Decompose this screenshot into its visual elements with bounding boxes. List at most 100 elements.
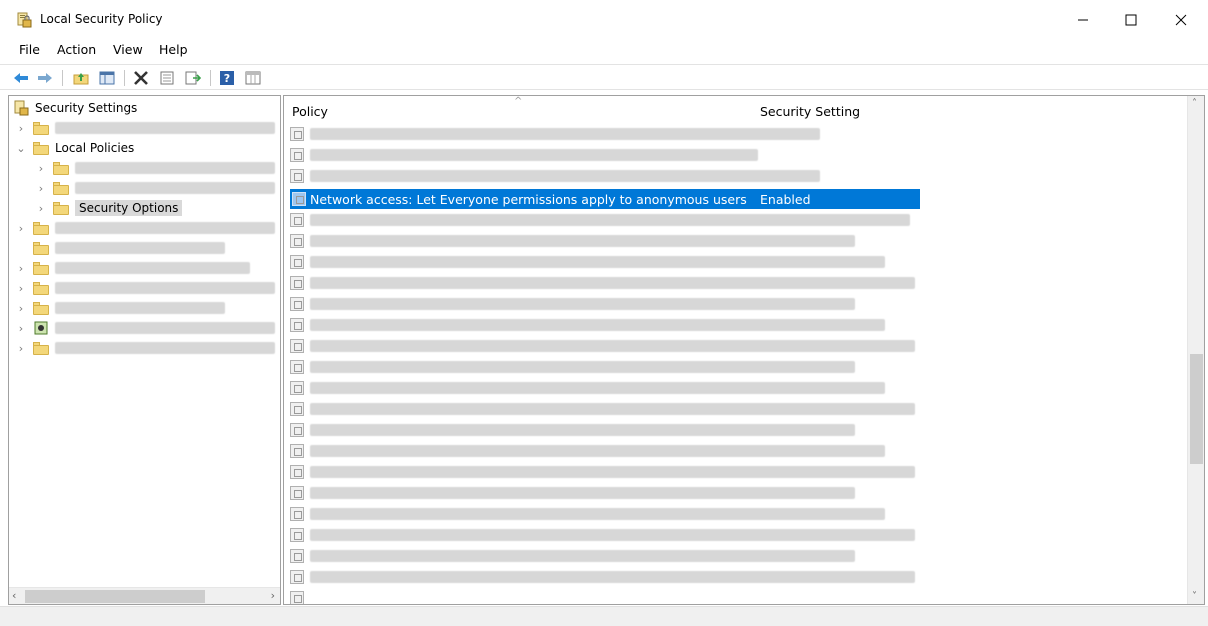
redacted-label <box>310 550 855 562</box>
redacted-label <box>310 361 855 373</box>
list-item[interactable] <box>290 294 855 314</box>
menu-view[interactable]: View <box>113 42 143 57</box>
list-item[interactable] <box>290 504 885 524</box>
scrollbar-thumb[interactable] <box>25 590 205 603</box>
view-icon[interactable] <box>244 69 262 87</box>
list-item[interactable] <box>290 525 915 545</box>
list-item[interactable] <box>290 420 855 440</box>
delete-icon[interactable] <box>132 69 150 87</box>
toolbar-separator <box>62 70 63 86</box>
tree-item[interactable]: › <box>15 118 275 138</box>
list-item[interactable] <box>290 336 915 356</box>
policy-object-icon <box>33 320 49 336</box>
redacted-label <box>310 424 855 436</box>
list-item[interactable] <box>290 210 910 230</box>
list-item[interactable] <box>290 315 885 335</box>
scroll-up-icon[interactable]: ˄ <box>1192 98 1197 109</box>
chevron-right-icon: › <box>38 181 44 195</box>
list-item[interactable] <box>290 567 915 587</box>
toolbar: ? <box>0 64 1208 90</box>
show-hide-console-tree-icon[interactable] <box>98 69 116 87</box>
list-item[interactable] <box>290 546 855 566</box>
tree-item[interactable]: › <box>15 238 225 258</box>
maximize-button[interactable] <box>1108 6 1154 34</box>
redacted-label <box>55 262 250 274</box>
up-folder-icon[interactable] <box>72 69 90 87</box>
list-item[interactable] <box>290 145 758 165</box>
scroll-left-icon[interactable]: ‹ <box>12 589 16 602</box>
policy-icon <box>290 591 304 604</box>
list-item-selected[interactable]: Network access: Let Everyone permissions… <box>290 189 920 209</box>
back-arrow-icon[interactable] <box>12 69 30 87</box>
tree-item[interactable]: › <box>35 178 275 198</box>
list-item[interactable] <box>290 441 885 461</box>
redacted-label <box>55 282 275 294</box>
chevron-right-icon: › <box>18 281 24 295</box>
redacted-label <box>55 302 225 314</box>
vertical-scrollbar[interactable]: ˄ ˅ <box>1187 96 1204 604</box>
chevron-down-icon: ⌄ <box>16 141 26 155</box>
toolbar-separator <box>124 70 125 86</box>
tree-item[interactable]: › <box>15 318 275 338</box>
list-item[interactable] <box>290 252 885 272</box>
tree-item-local-policies[interactable]: ⌄ Local Policies <box>15 138 134 158</box>
tree-item[interactable]: › <box>35 158 275 178</box>
scroll-right-icon[interactable]: › <box>271 589 275 602</box>
local-security-policy-icon <box>16 12 32 28</box>
list-item[interactable] <box>290 166 820 186</box>
menu-file[interactable]: File <box>19 42 40 57</box>
scroll-down-icon[interactable]: ˅ <box>1192 591 1197 602</box>
forward-arrow-icon[interactable] <box>36 69 54 87</box>
redacted-label <box>310 340 915 352</box>
list-item[interactable] <box>290 231 855 251</box>
folder-icon <box>33 301 49 315</box>
redacted-label <box>310 445 885 457</box>
chevron-right-icon: › <box>18 261 24 275</box>
list-item[interactable] <box>290 399 915 419</box>
list-item[interactable] <box>290 378 885 398</box>
tree-item[interactable]: › <box>15 338 275 358</box>
tree-item-security-options[interactable]: › Security Options <box>35 198 183 218</box>
column-header-policy[interactable]: Policy <box>292 104 328 119</box>
tree-item-security-settings[interactable]: Security Settings <box>13 98 137 118</box>
list-item[interactable] <box>290 462 915 482</box>
policy-icon <box>290 213 304 227</box>
export-list-icon[interactable] <box>184 69 202 87</box>
svg-text:?: ? <box>224 72 230 85</box>
redacted-label <box>310 529 915 541</box>
horizontal-scrollbar[interactable]: ‹ › <box>9 587 280 604</box>
policy-icon <box>290 318 304 332</box>
list-item[interactable] <box>290 273 915 293</box>
redacted-label <box>310 170 820 182</box>
chevron-right-icon: › <box>18 121 24 135</box>
scrollbar-thumb[interactable] <box>1190 354 1203 464</box>
tree-item[interactable]: › <box>15 278 275 298</box>
menu-help[interactable]: Help <box>159 42 188 57</box>
menu-action[interactable]: Action <box>57 42 96 57</box>
tree-item[interactable]: › <box>15 258 250 278</box>
folder-icon <box>33 141 49 155</box>
folder-icon <box>33 121 49 135</box>
list-item[interactable] <box>290 357 855 377</box>
redacted-label <box>310 277 915 289</box>
list-item[interactable] <box>290 588 310 604</box>
column-header-security-setting[interactable]: Security Setting <box>760 104 860 119</box>
tree-item[interactable]: › <box>15 218 275 238</box>
console-tree-pane: Security Settings › ⌄ Local Policies › ›… <box>8 95 281 605</box>
redacted-label <box>75 182 275 194</box>
redacted-label <box>310 508 885 520</box>
policy-icon <box>290 148 304 162</box>
policy-icon <box>290 297 304 311</box>
help-icon[interactable]: ? <box>218 69 236 87</box>
minimize-button[interactable] <box>1060 6 1106 34</box>
policy-icon <box>290 549 304 563</box>
policy-icon <box>290 528 304 542</box>
tree-item[interactable]: › <box>15 298 225 318</box>
list-item[interactable] <box>290 124 820 144</box>
properties-icon[interactable] <box>158 69 176 87</box>
redacted-label <box>310 149 758 161</box>
policy-icon <box>290 402 304 416</box>
list-item[interactable] <box>290 483 855 503</box>
policy-icon <box>290 234 304 248</box>
close-button[interactable] <box>1158 6 1204 34</box>
